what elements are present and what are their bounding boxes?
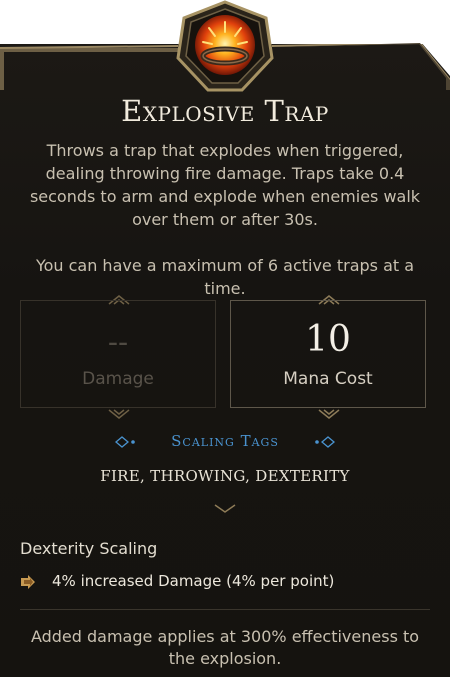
damage-stat-box: -- Damage <box>20 300 216 408</box>
skill-description: Throws a trap that explodes when trigger… <box>18 139 432 300</box>
max-traps-text: You can have a maximum of 6 active traps… <box>35 256 415 298</box>
mana-cost-value: 10 <box>305 319 351 360</box>
ornament-icon <box>108 409 130 419</box>
scaling-tags-header: Scaling Tags <box>171 432 279 450</box>
dexterity-scaling-title: Dexterity Scaling <box>20 539 158 558</box>
damage-value: -- <box>107 325 129 360</box>
ornament-icon <box>318 409 340 419</box>
mana-cost-label: Mana Cost <box>283 369 373 389</box>
scaling-tags: FIRE, THROWING, DEXTERITY <box>100 467 350 485</box>
mana-cost-stat-box: 10 Mana Cost <box>230 300 426 408</box>
footer-note: Added damage applies at 300% effectivene… <box>30 627 420 668</box>
skill-name: Explosive Trap <box>121 94 329 128</box>
arrow-bullet-icon <box>21 575 35 589</box>
dexterity-bonus-row: 4% increased Damage (4% per point) <box>20 572 430 594</box>
dexterity-bonus-text: 4% increased Damage (4% per point) <box>52 572 335 590</box>
explosive-trap-icon <box>176 0 274 92</box>
footer-divider <box>20 609 430 610</box>
skill-tooltip: Explosive Trap Throws a trap that explod… <box>0 0 450 677</box>
section-divider <box>20 504 430 513</box>
description-text: Throws a trap that explodes when trigger… <box>29 141 421 229</box>
damage-label: Damage <box>82 369 154 389</box>
